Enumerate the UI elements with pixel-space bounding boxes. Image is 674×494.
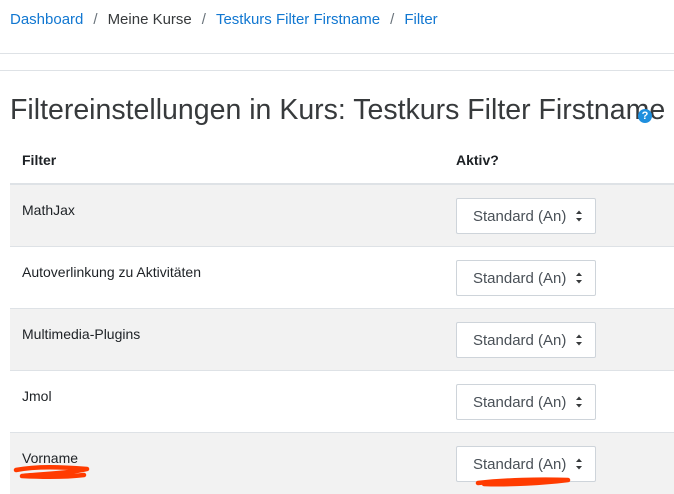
table-row: Jmol Standard (An)	[10, 370, 674, 432]
table-row: Autoverlinkung zu Aktivitäten Standard (…	[10, 246, 674, 308]
table-row: Vorname Standard (An)	[10, 432, 674, 494]
breadcrumb-separator: /	[390, 10, 395, 28]
select-value: Standard (An)	[473, 331, 567, 349]
annotation-underline-select	[475, 477, 571, 487]
content-divider	[0, 70, 674, 71]
question-circle-icon[interactable]: ?	[638, 109, 652, 123]
breadcrumb-filter[interactable]: Filter	[404, 11, 437, 28]
column-header-filter: Filter	[22, 152, 57, 168]
breadcrumb: Dashboard / Meine Kurse / Testkurs Filte…	[10, 9, 438, 29]
select-arrows-icon	[576, 396, 582, 408]
breadcrumb-dashboard[interactable]: Dashboard	[10, 11, 83, 28]
breadcrumb-meine-kurse: Meine Kurse	[107, 10, 192, 28]
filter-status-select[interactable]: Standard (An)	[456, 198, 596, 234]
filter-status-select[interactable]: Standard (An)	[456, 384, 596, 420]
column-header-active: Aktiv?	[456, 152, 499, 168]
filter-status-select[interactable]: Standard (An)	[456, 260, 596, 296]
filter-name: Multimedia-Plugins	[22, 326, 141, 342]
breadcrumb-course[interactable]: Testkurs Filter Firstname	[216, 11, 380, 28]
header-divider	[0, 53, 674, 54]
filter-name: Autoverlinkung zu Aktivitäten	[22, 264, 201, 280]
select-value: Standard (An)	[473, 207, 567, 225]
annotation-underline-vorname	[13, 465, 90, 479]
filter-name: MathJax	[22, 202, 75, 218]
breadcrumb-separator: /	[93, 10, 98, 28]
select-value: Standard (An)	[473, 269, 567, 287]
select-value: Standard (An)	[473, 393, 567, 411]
select-arrows-icon	[576, 210, 582, 222]
select-arrows-icon	[576, 272, 582, 284]
table-row: Multimedia-Plugins Standard (An)	[10, 308, 674, 370]
breadcrumb-separator: /	[201, 10, 206, 28]
select-value: Standard (An)	[473, 455, 567, 473]
page-title: Filtereinstellungen in Kurs: Testkurs Fi…	[10, 94, 666, 126]
filter-name: Jmol	[22, 388, 52, 404]
select-arrows-icon	[576, 458, 582, 470]
filter-status-select[interactable]: Standard (An)	[456, 322, 596, 358]
table-row: MathJax Standard (An)	[10, 183, 674, 246]
select-arrows-icon	[576, 334, 582, 346]
